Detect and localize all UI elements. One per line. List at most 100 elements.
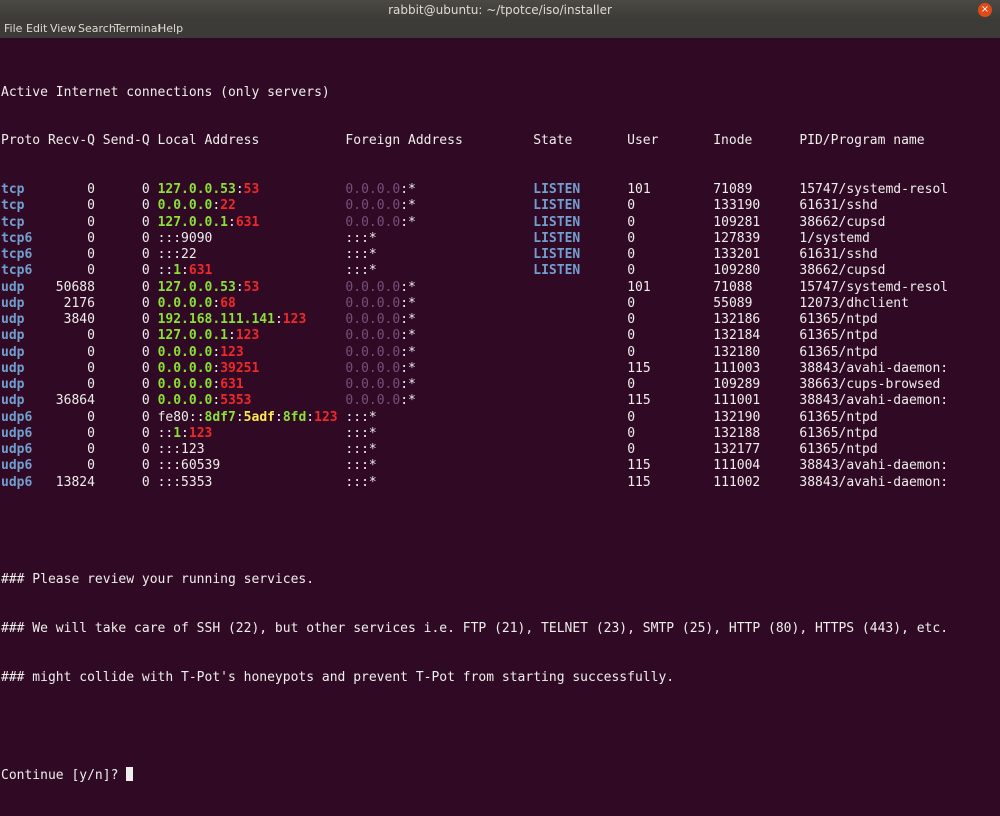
local-address-part: :: [212, 360, 221, 376]
menu-view[interactable]: View: [50, 20, 76, 38]
menu-edit[interactable]: Edit: [26, 20, 47, 38]
local-address-part: 5353: [220, 393, 252, 409]
table-row: udp6 0 0 :::123 :::* 0 132177 61365/ntpd: [1, 442, 948, 458]
inode-cell: 111001: [713, 393, 800, 409]
title-bar[interactable]: rabbit@ubuntu: ~/tpotce/iso/installer ×: [0, 0, 1000, 20]
inode-cell: 71088: [713, 279, 800, 295]
foreign-address-part: :*: [400, 393, 416, 409]
send-q-cell: 0: [94, 295, 150, 311]
close-icon[interactable]: ×: [978, 3, 992, 17]
terminal-output[interactable]: Active Internet connections (only server…: [1, 52, 948, 816]
inode-cell: 127839: [713, 230, 800, 246]
proto-cell: udp: [1, 377, 48, 392]
table-row: udp6 13824 0 :::5353 :::* 115 111002 388…: [1, 475, 948, 491]
local-address-part: ::: [157, 425, 174, 441]
recv-q-cell: 0: [47, 409, 95, 425]
user-cell: 0: [627, 344, 714, 360]
send-q-cell: 0: [94, 409, 150, 425]
menu-terminal[interactable]: Terminal: [114, 20, 161, 38]
local-address-part: 123: [314, 409, 338, 425]
foreign-address-part: 0.0.0.0: [345, 393, 401, 409]
pid-program-cell: 38663/cups-browsed: [799, 377, 941, 392]
table-row: tcp 0 0 0.0.0.0:22 0.0.0.0:* LISTEN 0 13…: [1, 198, 948, 214]
menu-file[interactable]: File: [4, 20, 22, 38]
local-address-part: 22: [220, 198, 236, 214]
menu-search[interactable]: Search: [78, 20, 116, 38]
local-address-part: 8df7: [204, 409, 236, 425]
recv-q-cell: 0: [47, 360, 95, 376]
table-row: udp 0 0 0.0.0.0:631 0.0.0.0:* 0 109289 3…: [1, 377, 948, 393]
user-cell: 0: [627, 442, 714, 457]
proto-cell: udp: [1, 360, 48, 376]
pid-program-cell: 61365/ntpd: [799, 312, 878, 327]
foreign-address-part: 0.0.0.0: [345, 279, 401, 295]
send-q-cell: 0: [94, 393, 150, 409]
state-cell: [533, 442, 627, 457]
foreign-address-part: :::*: [345, 263, 377, 279]
user-cell: 101: [627, 182, 714, 197]
table-row: udp 0 0 0.0.0.0:123 0.0.0.0:* 0 132180 6…: [1, 345, 948, 361]
local-address-part: :: [228, 214, 236, 230]
menu-help[interactable]: Help: [158, 20, 183, 38]
local-address-part: 123: [188, 425, 213, 441]
state-cell: [533, 377, 627, 392]
inode-cell: 111004: [713, 458, 800, 474]
prompt-line[interactable]: Continue [y/n]?: [1, 767, 948, 783]
local-address-part: :::123: [157, 442, 205, 457]
state-cell: [533, 393, 627, 408]
proto-cell: udp: [1, 279, 48, 295]
state-cell: LISTEN: [533, 182, 628, 197]
state-cell: [533, 280, 627, 295]
local-address-part: 123: [220, 344, 244, 360]
inode-cell: 133190: [713, 198, 800, 214]
proto-cell: udp6: [1, 458, 48, 474]
foreign-address-part: 0.0.0.0: [345, 312, 401, 327]
proto-cell: udp: [1, 312, 48, 327]
local-address-part: :: [274, 312, 283, 327]
pid-program-cell: 1/systemd: [799, 230, 870, 246]
pid-program-cell: 61365/ntpd: [799, 425, 878, 441]
user-cell: 0: [627, 377, 714, 392]
pid-program-cell: 61365/ntpd: [799, 328, 878, 344]
local-address-part: 123: [235, 328, 260, 344]
local-address-part: 1: [173, 425, 182, 441]
state-cell: LISTEN: [533, 198, 628, 214]
proto-cell: udp6: [1, 425, 48, 441]
local-address-part: 0.0.0.0: [157, 360, 213, 376]
send-q-cell: 0: [94, 442, 150, 457]
foreign-address-part: 0.0.0.0: [345, 214, 401, 230]
terminal-window: rabbit@ubuntu: ~/tpotce/iso/installer × …: [0, 0, 1000, 783]
foreign-address-part: 0.0.0.0: [345, 377, 401, 392]
pid-program-cell: 38843/avahi-daemon:: [799, 458, 949, 474]
local-address-part: :: [274, 409, 283, 425]
send-q-cell: 0: [94, 328, 150, 344]
netstat-heading: Active Internet connections (only server…: [1, 84, 330, 100]
table-row: udp6 0 0 fe80::8df7:5adf:8fd:123 :::* 0 …: [1, 410, 948, 426]
foreign-address-part: :::*: [345, 425, 377, 441]
window-title: rabbit@ubuntu: ~/tpotce/iso/installer: [388, 3, 612, 17]
recv-q-cell: 3840: [47, 312, 95, 327]
